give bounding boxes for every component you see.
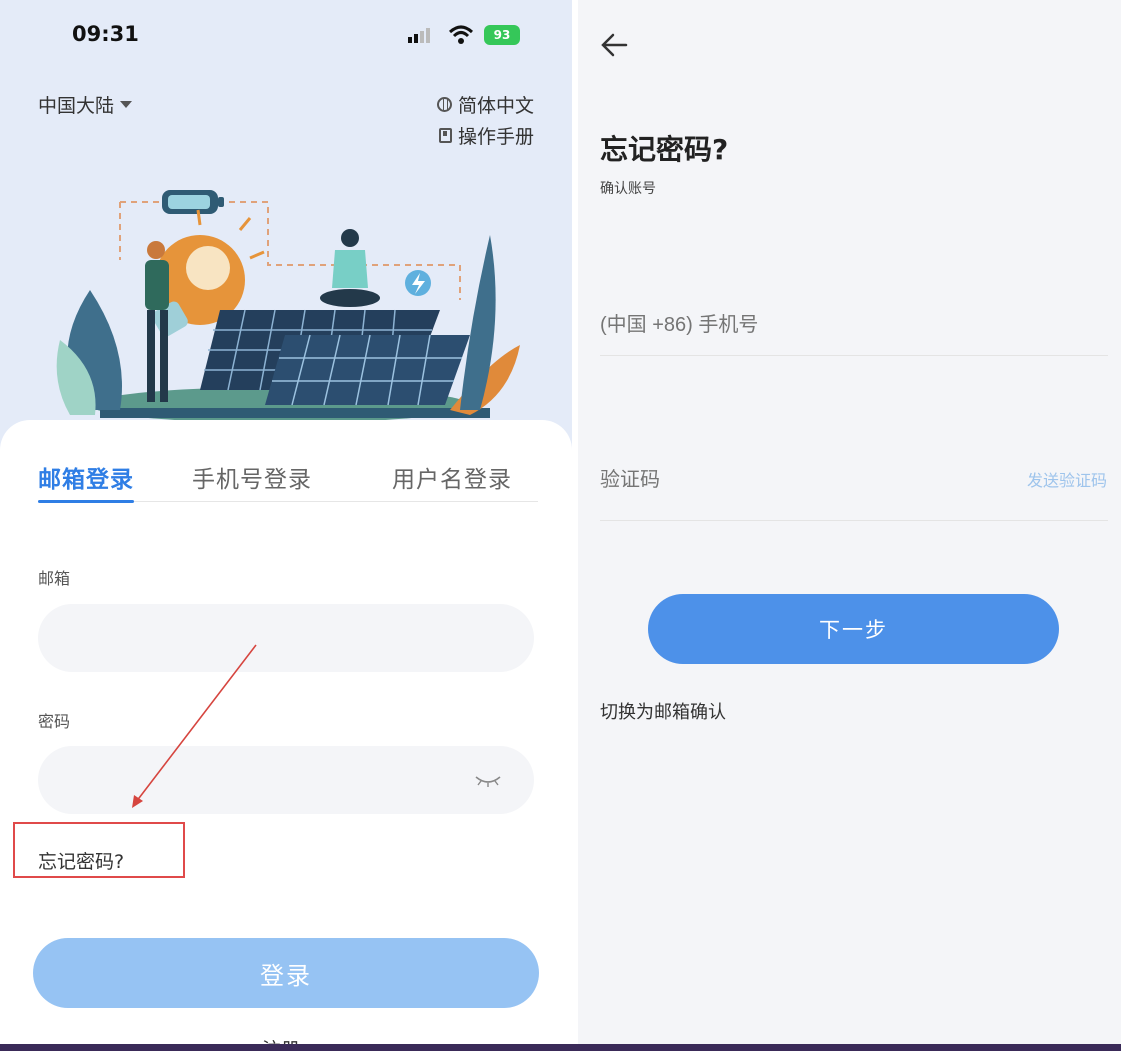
email-field[interactable]: [38, 604, 534, 672]
send-code-button[interactable]: 发送验证码: [1027, 467, 1107, 491]
login-screen: 09:31 93 中国大陆 简体中文 操作手册 邮箱登录 手机号登录 用户名登录…: [0, 0, 572, 1051]
language-select[interactable]: 简体中文: [436, 91, 534, 118]
eye-closed-icon[interactable]: [475, 775, 501, 787]
manual-link[interactable]: 操作手册: [438, 122, 534, 149]
tab-username-login[interactable]: 用户名登录: [392, 460, 512, 494]
battery-icon: 93: [484, 25, 520, 45]
status-icons: 93: [408, 22, 528, 48]
solar-illustration: [56, 190, 520, 423]
password-label: 密码: [38, 712, 71, 731]
login-tabs: 邮箱登录 手机号登录 用户名登录: [38, 460, 538, 503]
page-subtitle: 确认账号: [600, 181, 656, 197]
code-field-divider: [600, 520, 1108, 521]
page-title: 忘记密码?: [600, 133, 729, 166]
login-button[interactable]: 登录: [33, 938, 539, 1008]
verification-code-field[interactable]: [600, 452, 1030, 508]
back-arrow-icon[interactable]: [600, 32, 628, 58]
globe-icon: [436, 97, 452, 112]
email-label: 邮箱: [38, 569, 71, 588]
language-label: 简体中文: [457, 95, 534, 117]
switch-to-email-link[interactable]: 切换为邮箱确认: [600, 698, 726, 724]
bottom-bar: [0, 1044, 1121, 1051]
password-field[interactable]: [38, 746, 534, 814]
next-step-button[interactable]: 下一步: [648, 594, 1059, 664]
tab-email-login[interactable]: 邮箱登录: [38, 460, 134, 494]
status-time: 09:31: [72, 22, 139, 46]
login-card: 邮箱登录 手机号登录 用户名登录 邮箱 密码 忘记密码? 登录 注册: [0, 420, 572, 1051]
wifi-icon: [448, 25, 474, 44]
manual-label: 操作手册: [457, 126, 534, 148]
region-select[interactable]: 中国大陆: [38, 91, 133, 118]
forgot-password-link[interactable]: 忘记密码?: [38, 847, 124, 874]
region-label: 中国大陆: [38, 95, 115, 117]
tab-phone-login[interactable]: 手机号登录: [192, 460, 312, 494]
phone-field[interactable]: [600, 296, 1108, 356]
signal-icon: [408, 28, 430, 43]
book-icon: [438, 128, 452, 143]
caret-down-icon: [120, 101, 133, 108]
active-tab-indicator: [38, 500, 134, 503]
forgot-password-screen: 忘记密码? 确认账号 发送验证码 下一步 切换为邮箱确认: [578, 0, 1121, 1051]
